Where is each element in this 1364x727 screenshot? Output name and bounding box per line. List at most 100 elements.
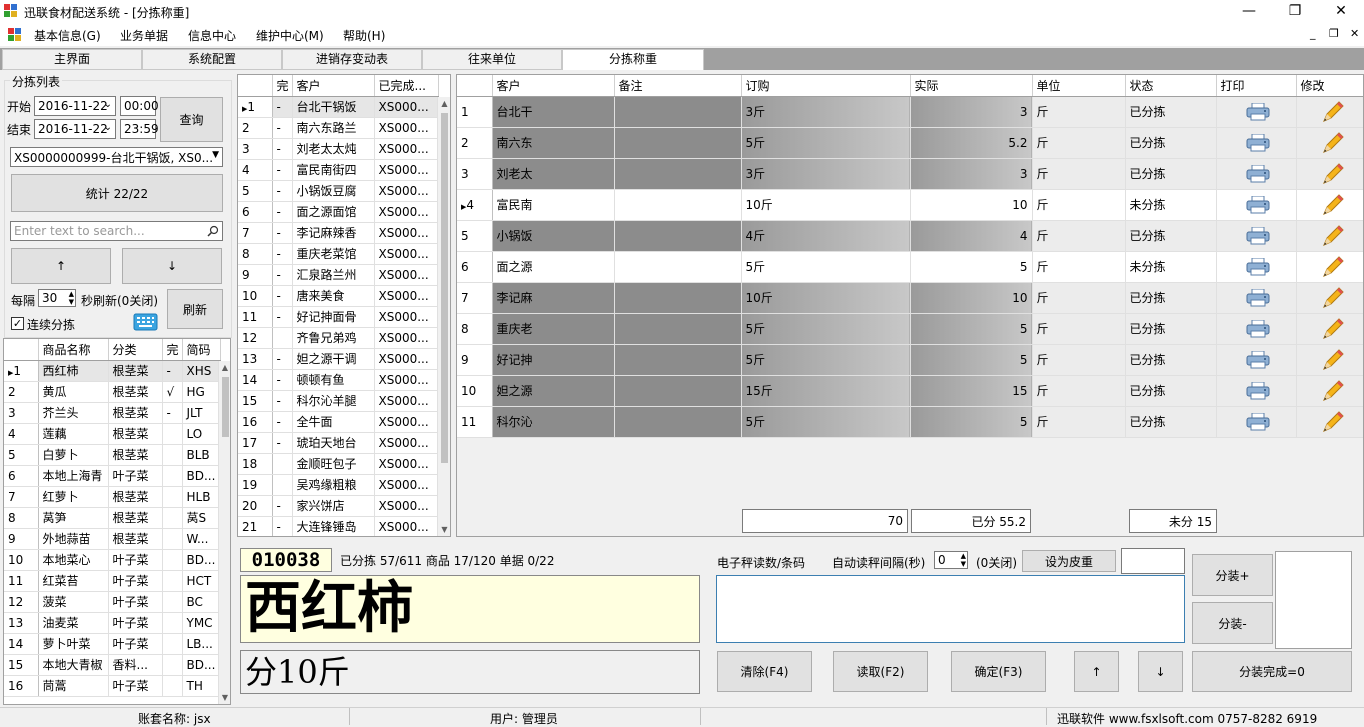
table-row[interactable]: 10 本地菜心 叶子菜 BD... (4, 549, 221, 571)
tab-sorting[interactable]: 分拣称重 (562, 49, 704, 70)
row-header[interactable]: 5 (457, 220, 493, 252)
scale-reading-input[interactable] (716, 575, 1185, 643)
pencil-icon[interactable] (1320, 316, 1346, 342)
row-header[interactable]: ▶4 (457, 189, 493, 221)
row-header[interactable]: 1 (457, 96, 493, 128)
table-row[interactable]: 3 - 刘老太太炖 XS000... (238, 138, 439, 160)
row-header[interactable]: 10 (4, 549, 39, 571)
menu-business[interactable]: 业务单据 (120, 27, 168, 44)
printer-icon[interactable] (1246, 381, 1270, 400)
table-row[interactable]: ▶4 富民南 10斤 10 斤未分拣 (457, 189, 1363, 221)
table-row[interactable]: 5 小锅饭 4斤 4 斤已分拣 (457, 220, 1363, 252)
row-header[interactable]: 3 (457, 158, 493, 190)
close-button[interactable]: ✕ (1318, 0, 1364, 24)
table-row[interactable]: 17- 琥珀天地台 XS000... (238, 432, 439, 454)
col-header-customer[interactable]: 客户 (492, 75, 615, 97)
col-header-status[interactable]: 状态 (1125, 75, 1217, 97)
row-header[interactable]: 21 (238, 516, 273, 536)
printer-icon[interactable] (1246, 195, 1270, 214)
table-row[interactable]: 9 - 汇泉路兰州 XS000... (238, 264, 439, 286)
row-header[interactable]: 6 (4, 465, 39, 487)
table-row[interactable]: 8 - 重庆老菜馆 XS000... (238, 243, 439, 265)
auto-read-interval-spinner[interactable]: 0 ▲ ▼ (934, 551, 968, 569)
scroll-up-arrow-icon[interactable]: ▲ (438, 99, 450, 108)
table-row[interactable]: 21- 大连锋锤岛 XS000... (238, 516, 439, 536)
table-row[interactable]: ▶1 西红柿 根茎菜 - XHS (4, 360, 221, 382)
start-time-field[interactable]: 00:00 (120, 96, 159, 116)
menu-help[interactable]: 帮助(H) (343, 27, 385, 44)
col-header-product-name[interactable]: 商品名称 (38, 339, 109, 361)
row-header[interactable]: 7 (457, 282, 493, 314)
table-row[interactable]: 4 - 富民南街四 XS000... (238, 159, 439, 181)
pencil-icon[interactable] (1320, 409, 1346, 435)
row-header[interactable]: 6 (457, 251, 493, 283)
table-row[interactable]: 5 白萝卜 根茎菜 BLB (4, 444, 221, 466)
col-header-edit[interactable]: 修改 (1296, 75, 1363, 97)
scroll-down-arrow-icon[interactable]: ▼ (219, 693, 230, 702)
row-header[interactable]: 9 (457, 344, 493, 376)
set-tare-button[interactable]: 设为皮重 (1022, 550, 1116, 572)
read-button[interactable]: 读取(F2) (833, 651, 928, 692)
menu-info-center[interactable]: 信息中心 (188, 27, 236, 44)
next-item-button[interactable]: ↓ (1138, 651, 1183, 692)
tare-value-field[interactable] (1121, 548, 1185, 574)
row-header[interactable]: 11 (457, 406, 493, 438)
table-row[interactable]: 3 芥兰头 根茎菜 - JLT (4, 402, 221, 424)
table-row[interactable]: 19 吴鸡缘粗粮 XS000... (238, 474, 439, 496)
row-header[interactable]: 18 (238, 453, 273, 475)
printer-icon[interactable] (1246, 226, 1270, 245)
printer-icon[interactable] (1246, 102, 1270, 121)
col-header-actual[interactable]: 实际 (910, 75, 1033, 97)
menu-maintenance[interactable]: 维护中心(M) (256, 27, 324, 44)
move-down-button[interactable]: ↓ (122, 248, 222, 284)
col-header-customer[interactable]: 客户 (292, 75, 375, 97)
col-header-print[interactable]: 打印 (1216, 75, 1297, 97)
menu-basic-info[interactable]: 基本信息(G) (34, 27, 101, 44)
tab-partners[interactable]: 往来单位 (422, 49, 562, 70)
continuous-sorting-checkbox[interactable]: ✓ (11, 317, 24, 330)
pack-complete-button[interactable]: 分装完成=0 (1192, 651, 1352, 692)
stats-button[interactable]: 统计 22/22 (11, 174, 223, 212)
table-row[interactable]: 6 本地上海青 叶子菜 BD... (4, 465, 221, 487)
row-header[interactable]: 7 (4, 486, 39, 508)
tab-inventory[interactable]: 进销存变动表 (282, 49, 422, 70)
table-row[interactable]: 12 菠菜 叶子菜 BC (4, 591, 221, 613)
table-row[interactable]: 7 红萝卜 根茎菜 HLB (4, 486, 221, 508)
scroll-up-arrow-icon[interactable]: ▲ (219, 363, 230, 372)
pack-plus-button[interactable]: 分装+ (1192, 554, 1273, 596)
table-row[interactable]: 2 南六东 5斤 5.2 斤已分拣 (457, 127, 1363, 159)
pencil-icon[interactable] (1320, 192, 1346, 218)
row-header[interactable]: 4 (238, 159, 273, 181)
keyboard-icon[interactable] (133, 313, 158, 331)
row-header[interactable]: 14 (4, 633, 39, 655)
row-header[interactable]: 9 (4, 528, 39, 550)
table-row[interactable]: 15- 科尔沁羊腿 XS000... (238, 390, 439, 412)
row-header[interactable]: 13 (238, 348, 273, 370)
col-header-category[interactable]: 分类 (108, 339, 163, 361)
mdi-minimize-button[interactable]: _ (1310, 27, 1316, 40)
product-grid-scrollbar[interactable]: ▲ ▼ (218, 361, 230, 704)
customer-select[interactable]: XS0000000999-台北干锅饭, XS0... ▼ (10, 147, 223, 167)
table-row[interactable]: 12 齐鲁兄弟鸡 XS000... (238, 327, 439, 349)
col-header-note[interactable]: 备注 (614, 75, 742, 97)
col-header-ordered[interactable]: 订购 (741, 75, 911, 97)
row-header[interactable]: 15 (4, 654, 39, 676)
table-row[interactable]: 14- 顿顿有鱼 XS000... (238, 369, 439, 391)
pack-minus-button[interactable]: 分装- (1192, 602, 1273, 644)
pencil-icon[interactable] (1320, 347, 1346, 373)
table-row[interactable]: 8 莴笋 根茎菜 莴S (4, 507, 221, 529)
row-header[interactable]: 15 (238, 390, 273, 412)
table-row[interactable]: 10 妲之源 15斤 15 斤已分拣 (457, 375, 1363, 407)
row-header[interactable]: ▶1 (4, 360, 39, 382)
mdi-restore-button[interactable]: ❐ (1329, 27, 1339, 40)
row-header[interactable]: 4 (4, 423, 39, 445)
row-header[interactable]: 2 (4, 381, 39, 403)
row-header[interactable]: 17 (238, 432, 273, 454)
row-header[interactable]: 12 (238, 327, 273, 349)
col-header-code[interactable]: 简码 (182, 339, 221, 361)
clear-button[interactable]: 清除(F4) (717, 651, 812, 692)
start-date-picker[interactable]: 2016-11-22 ⌄ (34, 96, 116, 116)
row-header[interactable]: 2 (238, 117, 273, 139)
table-row[interactable]: 1 台北干 3斤 3 斤已分拣 (457, 96, 1363, 128)
pencil-icon[interactable] (1320, 285, 1346, 311)
